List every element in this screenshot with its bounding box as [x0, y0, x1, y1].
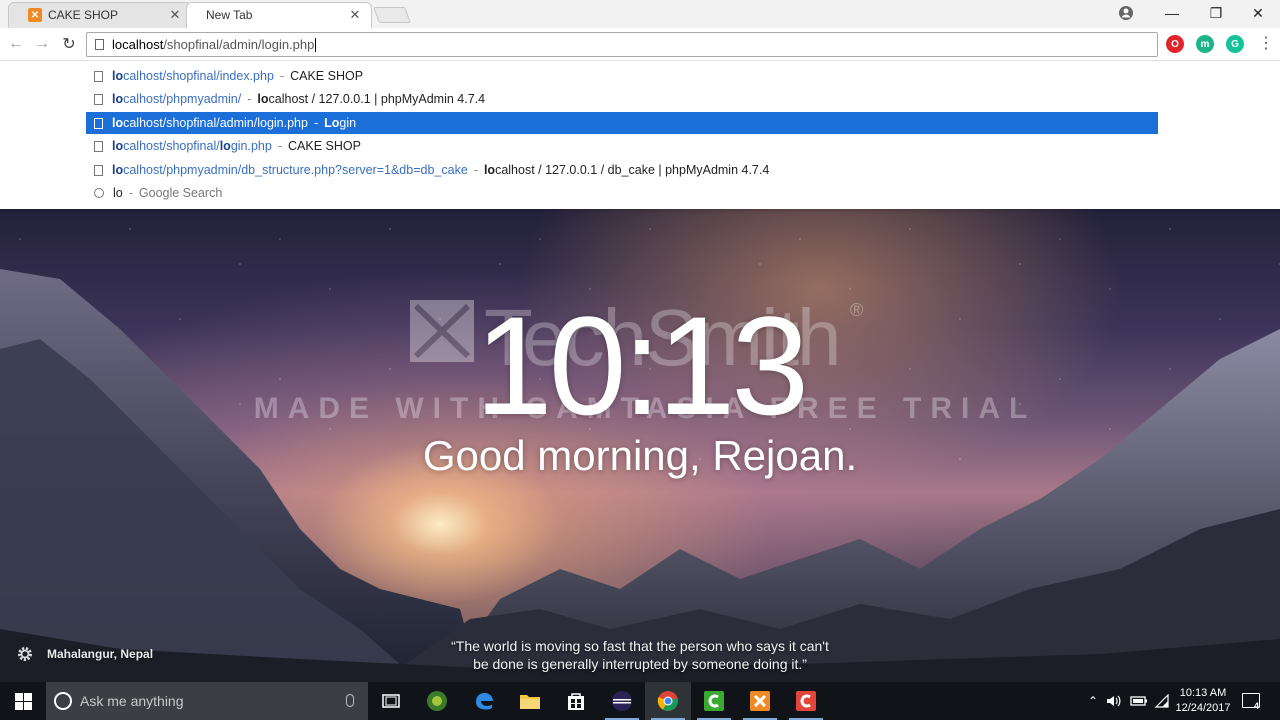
- battery-icon[interactable]: [1128, 682, 1150, 720]
- wifi-icon[interactable]: [1152, 682, 1172, 720]
- search-engine: Google Search: [138, 186, 223, 200]
- back-icon[interactable]: ←: [6, 34, 26, 54]
- suggestion-separator: -: [128, 186, 133, 200]
- quote-line: be done is generally interrupted by some…: [473, 656, 807, 672]
- omnibox-suggestions: localhost/shopfinal/index.php - CAKE SHO…: [0, 61, 1280, 209]
- clock-date: 12/24/2017: [1175, 702, 1231, 714]
- profile-icon[interactable]: [1118, 5, 1134, 21]
- suggestion-item[interactable]: localhost/phpmyadmin/db_structure.php?se…: [86, 159, 1158, 181]
- tab-title: New Tab: [206, 8, 253, 22]
- greeting-text: Good morning, Rejoan.: [422, 432, 858, 479]
- page-icon: [95, 39, 104, 50]
- minimize-button[interactable]: —: [1150, 0, 1194, 26]
- suggestion-title: localhost / 127.0.0.1 | phpMyAdmin 4.7.4: [257, 92, 486, 106]
- store-icon[interactable]: [553, 682, 599, 720]
- clock-time: 10:13 AM: [1179, 687, 1227, 699]
- windows-logo-icon: [14, 692, 32, 710]
- suggestion-separator: -: [247, 92, 252, 106]
- suggestion-separator: -: [277, 139, 282, 153]
- suggestion-title: Login: [324, 116, 357, 130]
- photo-location[interactable]: Mahalangur, Nepal: [47, 647, 153, 661]
- cortana-search-box[interactable]: Ask me anything: [46, 682, 368, 720]
- close-icon[interactable]: ✕: [168, 7, 182, 23]
- suggestion-separator: -: [279, 69, 285, 83]
- address-bar[interactable]: localhost/shopfinal/admin/login.php: [86, 32, 1158, 57]
- suggestion-item[interactable]: localhost/phpmyadmin/ - localhost / 127.…: [86, 88, 1158, 110]
- suggestion-title: CAKE SHOP: [290, 69, 364, 83]
- suggestion-separator: -: [473, 163, 478, 177]
- chevron-up-icon[interactable]: ⌃: [1084, 682, 1102, 720]
- microphone-icon[interactable]: [346, 694, 354, 707]
- tab-new-tab[interactable]: New Tab ✕: [186, 2, 372, 28]
- start-button[interactable]: [0, 682, 46, 720]
- daily-quote: “The world is moving so fast that the pe…: [420, 637, 860, 673]
- opera-icon[interactable]: O: [1166, 35, 1184, 53]
- page-icon: [94, 164, 103, 176]
- grammarly-icon[interactable]: G: [1226, 35, 1244, 53]
- search-suggestion[interactable]: lo - Google Search: [86, 182, 1158, 204]
- camtasia-icon[interactable]: [691, 682, 737, 720]
- page-icon: [94, 140, 103, 152]
- system-clock[interactable]: 10:13 AM 12/24/2017: [1170, 686, 1236, 716]
- tab-cake-shop[interactable]: ✕ CAKE SHOP ✕: [8, 2, 192, 28]
- search-query: lo: [113, 186, 123, 200]
- menu-icon[interactable]: ⋮: [1258, 34, 1274, 54]
- chrome-icon[interactable]: [645, 682, 691, 720]
- search-icon: [94, 188, 104, 198]
- suggestion-item-selected[interactable]: localhost/shopfinal/admin/login.php - Lo…: [86, 112, 1158, 134]
- cortana-icon: [54, 692, 72, 710]
- watermark-registered: ®: [850, 300, 864, 320]
- forward-icon[interactable]: →: [32, 34, 52, 54]
- text-caret: [315, 37, 317, 52]
- suggestion-separator: -: [313, 116, 319, 130]
- eclipse-icon[interactable]: [599, 682, 645, 720]
- browser-toolbar: ← → ↻ localhost/shopfinal/admin/login.ph…: [0, 28, 1280, 61]
- suggestion-url: localhost/phpmyadmin/db_structure.php?se…: [112, 163, 468, 177]
- suggestion-item[interactable]: localhost/shopfinal/index.php - CAKE SHO…: [86, 65, 1158, 87]
- page-icon: [94, 93, 103, 105]
- xampp-favicon-icon: ✕: [28, 8, 42, 22]
- tab-title: CAKE SHOP: [48, 8, 119, 22]
- close-window-button[interactable]: ✕: [1236, 0, 1280, 26]
- task-view-icon[interactable]: [368, 682, 414, 720]
- suggestion-title: localhost / 127.0.0.1 / db_cake | phpMyA…: [483, 163, 770, 177]
- suggestion-item[interactable]: localhost/shopfinal/login.php - CAKE SHO…: [86, 135, 1158, 157]
- suggestion-url: localhost/shopfinal/admin/login.php: [112, 116, 308, 130]
- address-host: localhost: [112, 37, 164, 52]
- suggestion-url: localhost/shopfinal/login.php: [112, 139, 272, 153]
- momentum-clock[interactable]: 10:13: [440, 296, 840, 436]
- file-explorer-icon[interactable]: [507, 682, 553, 720]
- suggestion-title: CAKE SHOP: [288, 139, 361, 153]
- windows-taskbar: Ask me anything ⌃ 10:13 AM 12/24/2017 4: [0, 682, 1280, 720]
- camtasia-recorder-icon[interactable]: [783, 682, 829, 720]
- android-studio-icon[interactable]: [414, 682, 460, 720]
- page-icon: [94, 117, 103, 129]
- quote-line: “The world is moving so fast that the pe…: [451, 638, 829, 654]
- reload-icon[interactable]: ↻: [59, 34, 79, 54]
- volume-icon[interactable]: [1104, 682, 1124, 720]
- edge-icon[interactable]: [461, 682, 507, 720]
- new-tab-button[interactable]: [373, 7, 411, 23]
- search-placeholder: Ask me anything: [80, 693, 184, 709]
- suggestion-url: localhost/phpmyadmin/: [112, 92, 242, 106]
- page-icon: [94, 70, 103, 82]
- suggestion-url: localhost/shopfinal/index.php: [112, 69, 274, 83]
- xampp-icon[interactable]: [737, 682, 783, 720]
- restore-button[interactable]: ❐: [1194, 0, 1238, 26]
- notification-count: 4: [1254, 701, 1260, 711]
- gear-icon[interactable]: [16, 645, 34, 663]
- close-icon[interactable]: ✕: [348, 7, 362, 23]
- address-path: /shopfinal/admin/login.php: [163, 37, 315, 52]
- momentum-icon[interactable]: m: [1196, 35, 1214, 53]
- tab-strip: ✕ CAKE SHOP ✕ New Tab ✕ — ❐ ✕: [0, 0, 1280, 28]
